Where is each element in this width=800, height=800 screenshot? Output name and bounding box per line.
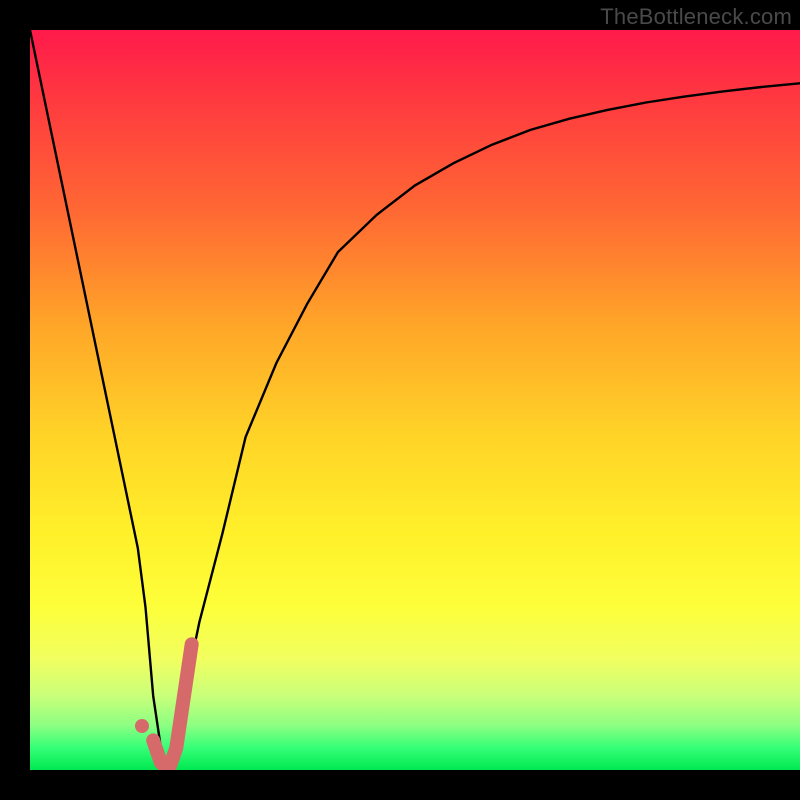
plot-area: [30, 30, 800, 770]
bottleneck-curve: [30, 30, 800, 770]
marker-dot: [135, 719, 149, 733]
curve-layer: [30, 30, 800, 770]
watermark-text: TheBottleneck.com: [600, 4, 792, 30]
chart-frame: TheBottleneck.com: [0, 0, 800, 800]
highlight-j-segment: [153, 644, 192, 770]
